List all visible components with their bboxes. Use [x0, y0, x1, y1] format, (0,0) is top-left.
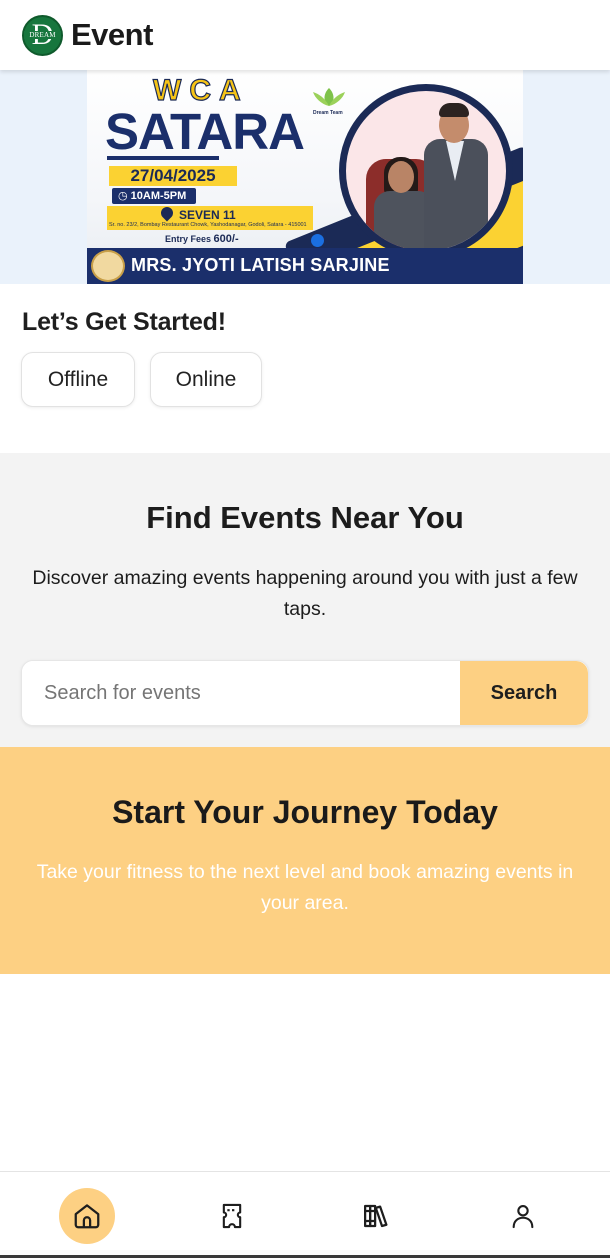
logo-word: DREAM: [24, 30, 61, 39]
medal-icon: [91, 250, 125, 282]
banner-underline: [107, 156, 219, 160]
find-events-title: Find Events Near You: [146, 500, 464, 535]
lotus-icon: [313, 88, 345, 106]
user-icon: [512, 1205, 534, 1229]
host-photo: [339, 84, 513, 258]
event-banner[interactable]: WCA SATARA 27/04/2025 ◷ 10AM-5PM SEVEN 1…: [87, 70, 523, 284]
offline-button[interactable]: Offline: [21, 352, 135, 407]
nav-library[interactable]: [349, 1188, 405, 1244]
nav-tickets[interactable]: [204, 1188, 260, 1244]
carousel-indicator[interactable]: [311, 234, 324, 247]
banner-time: ◷ 10AM-5PM: [112, 188, 196, 204]
bottom-nav: [0, 1171, 610, 1258]
banner-date: 27/04/2025: [109, 166, 237, 186]
library-icon: [364, 1204, 388, 1228]
journey-title: Start Your Journey Today: [112, 794, 498, 830]
banner-venue: SEVEN 11: [179, 208, 236, 222]
ticket-icon: [222, 1203, 242, 1229]
nav-profile[interactable]: [495, 1188, 551, 1244]
search-button[interactable]: Search: [460, 661, 588, 725]
banner-address: Sr. no. 23/2, Bombay Restaurant Chowk, Y…: [109, 222, 307, 228]
home-icon: [74, 1204, 100, 1229]
find-events-description: Discover amazing events happening around…: [32, 567, 578, 620]
app-title: Event: [71, 17, 153, 52]
nav-home[interactable]: [59, 1188, 115, 1244]
banner-team-label: Dream Team: [313, 110, 343, 116]
search-input[interactable]: [22, 661, 460, 725]
banner-host-name: MRS. JYOTI LATISH SARJINE: [131, 255, 390, 275]
banner-entry-fee: Entry Fees 600/-: [165, 233, 239, 245]
online-button[interactable]: Online: [150, 352, 262, 407]
get-started-title: Let’s Get Started!: [22, 308, 226, 336]
clock-icon: ◷: [118, 190, 131, 202]
app-header: D DREAM Event: [0, 0, 610, 70]
banner-time-text: 10AM-5PM: [130, 190, 187, 202]
banner-city: SATARA: [105, 103, 305, 160]
journey-description: Take your fitness to the next level and …: [36, 861, 574, 914]
search-bar: Search: [21, 660, 589, 726]
dream-logo[interactable]: D DREAM: [22, 14, 63, 56]
